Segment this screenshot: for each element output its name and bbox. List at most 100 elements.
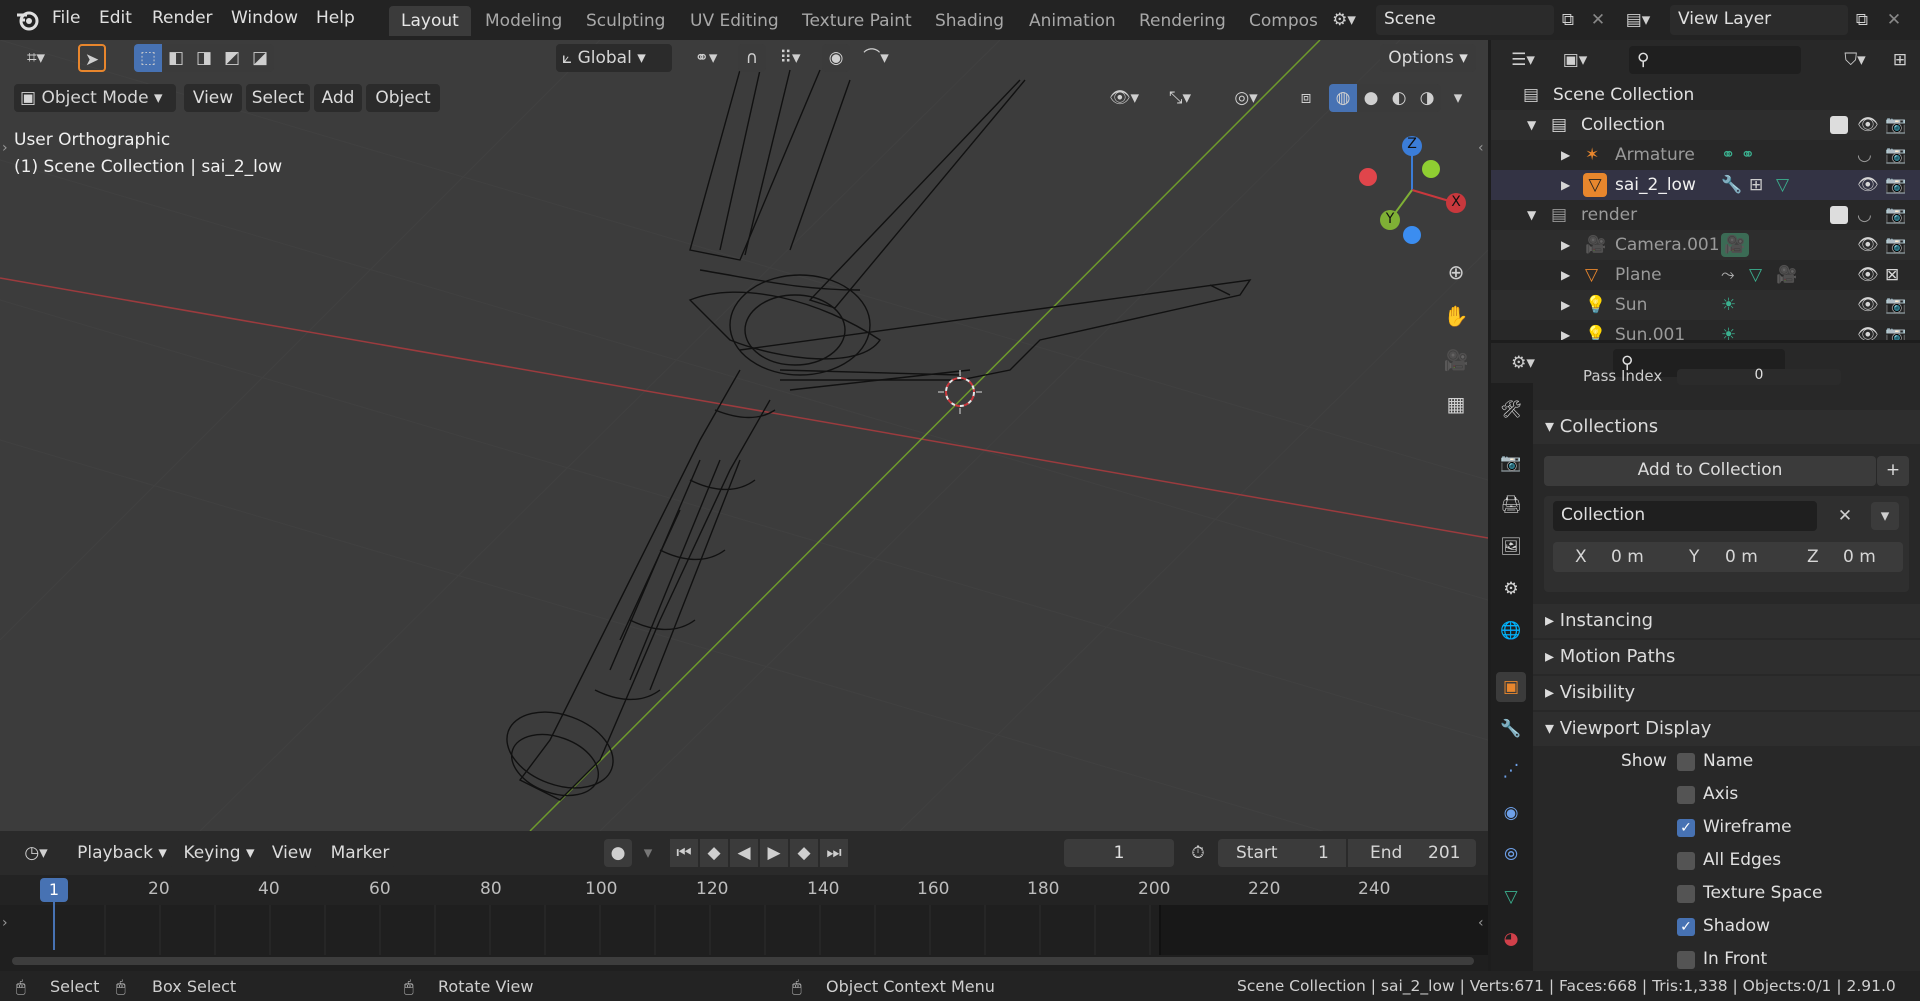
- proportional-edit-icon[interactable]: ◉: [822, 44, 850, 72]
- eye-icon[interactable]: 👁: [1857, 290, 1879, 320]
- delete-scene-icon[interactable]: ✕: [1584, 6, 1612, 34]
- new-scene-icon[interactable]: ⧉: [1554, 6, 1582, 34]
- expand-arrow-icon[interactable]: ▼: [1527, 110, 1536, 140]
- outliner-editor-type-icon[interactable]: ☰▾: [1501, 46, 1545, 74]
- camera-render-off-icon[interactable]: ⊠: [1885, 260, 1899, 290]
- perspective-toggle-icon[interactable]: ▦: [1439, 390, 1473, 424]
- collections-panel-header[interactable]: ▾ Collections: [1533, 410, 1920, 444]
- motion-paths-panel-header[interactable]: ▸ Motion Paths: [1533, 640, 1920, 674]
- proportional-falloff-icon[interactable]: ⌒▾: [854, 44, 898, 72]
- gizmo-y-label[interactable]: Y: [1380, 211, 1400, 227]
- exclude-checkbox[interactable]: [1830, 116, 1848, 134]
- eye-icon[interactable]: 👁: [1857, 110, 1879, 140]
- menu-help[interactable]: Help: [316, 8, 355, 28]
- tab-rendering[interactable]: Rendering: [1127, 6, 1238, 36]
- view-layer-icon[interactable]: ▤▾: [1624, 6, 1652, 34]
- outliner-row-scene-collection[interactable]: ▤ Scene Collection: [1491, 80, 1920, 110]
- toolbar-expand-icon[interactable]: ›: [2, 140, 8, 156]
- prev-keyframe-icon[interactable]: ◆: [700, 839, 728, 867]
- menu-render[interactable]: Render: [152, 8, 213, 28]
- shading-material-icon[interactable]: ◐: [1385, 84, 1413, 112]
- record-options-icon[interactable]: ▾: [634, 839, 662, 867]
- playhead-line[interactable]: [53, 900, 55, 950]
- display-mode-icon[interactable]: ▣▾: [1553, 46, 1597, 74]
- pan-hand-icon[interactable]: ✋: [1439, 302, 1473, 336]
- blender-logo-icon[interactable]: [14, 7, 40, 33]
- offset-vector[interactable]: X 0 m Y 0 m Z 0 m: [1553, 542, 1903, 572]
- view-layer-tab-icon[interactable]: 🖼: [1496, 532, 1526, 562]
- eye-icon[interactable]: 👁: [1857, 170, 1879, 200]
- current-frame-field[interactable]: 1: [1064, 839, 1174, 867]
- scene-selector-icon[interactable]: ⚙▾: [1330, 6, 1358, 34]
- properties-editor-type-icon[interactable]: ⚙▾: [1501, 349, 1545, 377]
- data-tab-icon[interactable]: ▽: [1496, 882, 1526, 912]
- select-tool-icon[interactable]: ➤: [78, 44, 106, 72]
- expand-arrow-icon[interactable]: ▶: [1561, 290, 1570, 320]
- expand-arrow-icon[interactable]: ▶: [1561, 320, 1570, 340]
- tab-uv-editing[interactable]: UV Editing: [678, 6, 791, 36]
- overlays-toggle-icon[interactable]: ◎▾: [1224, 84, 1268, 112]
- instancing-panel-header[interactable]: ▸ Instancing: [1533, 604, 1920, 638]
- playhead-frame-badge[interactable]: 1: [40, 878, 68, 902]
- next-keyframe-icon[interactable]: ◆: [790, 839, 818, 867]
- tab-texture-paint[interactable]: Texture Paint: [790, 6, 924, 36]
- timeline-menu-view[interactable]: View: [266, 839, 318, 867]
- zoom-icon[interactable]: ⊕: [1439, 258, 1473, 292]
- jump-end-icon[interactable]: ⏭: [820, 839, 848, 867]
- editor-type-icon[interactable]: ⌗▾: [14, 44, 58, 72]
- select-intersect-icon[interactable]: ◪: [246, 44, 274, 72]
- offset-y-value[interactable]: 0 m: [1725, 547, 1758, 567]
- add-collection-plus-icon[interactable]: +: [1877, 456, 1909, 486]
- outliner-row-camera[interactable]: ▶ 🎥 Camera.001 🎥 👁 📷: [1491, 230, 1920, 260]
- tool-settings-tab-icon[interactable]: 🛠: [1496, 395, 1526, 425]
- mode-dropdown[interactable]: ▣ Object Mode ▾: [14, 84, 176, 112]
- camera-render-icon[interactable]: 📷: [1885, 200, 1906, 230]
- shading-solid-icon[interactable]: ●: [1357, 84, 1385, 112]
- timeline-editor-type-icon[interactable]: ◷▾: [14, 839, 58, 867]
- viewport-menu-select[interactable]: Select: [246, 84, 310, 112]
- physics-tab-icon[interactable]: ◉: [1496, 798, 1526, 828]
- render-tab-icon[interactable]: 📷: [1496, 448, 1526, 478]
- timeline-menu-marker[interactable]: Marker: [324, 839, 396, 867]
- snap-element-icon[interactable]: ⠿▾: [768, 44, 812, 72]
- new-view-layer-icon[interactable]: ⧉: [1848, 6, 1876, 34]
- transform-orientation-dropdown[interactable]: ⟀ Global ▾: [556, 44, 672, 72]
- viewport-menu-add[interactable]: Add: [314, 84, 362, 112]
- collection-name-field[interactable]: Collection: [1553, 501, 1817, 531]
- object-tab-icon[interactable]: ▣: [1496, 672, 1526, 702]
- record-icon[interactable]: ●: [604, 839, 632, 867]
- add-to-collection-button[interactable]: Add to Collection: [1544, 456, 1876, 486]
- exclude-checkbox[interactable]: [1830, 206, 1848, 224]
- camera-render-icon[interactable]: 📷: [1885, 320, 1906, 340]
- material-tab-icon[interactable]: ◕: [1496, 924, 1526, 954]
- gizmo-toggle-icon[interactable]: ⤡▾: [1158, 84, 1202, 112]
- menu-file[interactable]: File: [52, 8, 80, 28]
- end-frame-field[interactable]: End 201: [1348, 839, 1476, 867]
- tab-sculpting[interactable]: Sculpting: [574, 6, 677, 36]
- tab-layout[interactable]: Layout: [389, 6, 471, 36]
- output-tab-icon[interactable]: 🖨: [1496, 490, 1526, 520]
- pass-index-field[interactable]: 0: [1677, 368, 1841, 385]
- tab-animation[interactable]: Animation: [1017, 6, 1128, 36]
- visibility-panel-header[interactable]: ▸ Visibility: [1533, 676, 1920, 710]
- snap-toggle-icon[interactable]: ∩: [738, 44, 766, 72]
- xray-toggle-icon[interactable]: ⧈: [1292, 84, 1320, 112]
- expand-arrow-icon[interactable]: ▶: [1561, 170, 1570, 200]
- shading-options-icon[interactable]: ▾: [1444, 84, 1472, 112]
- menu-window[interactable]: Window: [231, 8, 298, 28]
- tab-compositing[interactable]: Compos: [1237, 6, 1317, 36]
- outliner-search-input[interactable]: ⚲: [1629, 46, 1801, 74]
- outliner-row-sun-001[interactable]: ▶ 💡 Sun.001 ☀ 👁 📷: [1491, 320, 1920, 340]
- sidebar-expand-icon[interactable]: ‹: [1478, 140, 1484, 156]
- eye-icon[interactable]: 👁: [1857, 320, 1879, 340]
- jump-start-icon[interactable]: ⏮: [670, 839, 698, 867]
- eye-icon[interactable]: 👁: [1857, 260, 1879, 290]
- scene-name-field[interactable]: Scene: [1376, 5, 1554, 35]
- shading-wireframe-icon[interactable]: ◍: [1329, 84, 1357, 112]
- viewport-menu-object[interactable]: Object: [366, 84, 440, 112]
- outliner-row-collection[interactable]: ▼ ▤ Collection 👁 📷: [1491, 110, 1920, 140]
- filter-icon[interactable]: ⛉▾: [1833, 46, 1877, 74]
- eye-icon[interactable]: 👁: [1857, 230, 1879, 260]
- select-new-icon[interactable]: ⬚: [134, 44, 162, 72]
- world-tab-icon[interactable]: 🌐: [1496, 616, 1526, 646]
